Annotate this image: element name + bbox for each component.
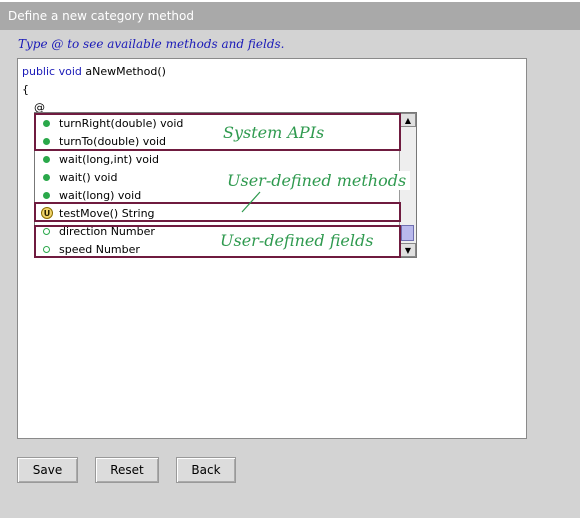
- user-fields-label: User-defined fields: [220, 231, 374, 250]
- signature-name: aNewMethod(): [81, 65, 166, 78]
- list-item-label: wait(long) void: [59, 188, 142, 202]
- list-item[interactable]: wait() void: [39, 168, 117, 186]
- list-item[interactable]: direction Number: [39, 222, 155, 240]
- list-item-label: turnRight(double) void: [59, 116, 184, 130]
- list-item-label: speed Number: [59, 242, 140, 256]
- back-button[interactable]: Back: [176, 457, 236, 483]
- window-title: Define a new category method: [8, 9, 194, 23]
- user-methods-label: User-defined methods: [223, 171, 411, 190]
- list-item-label: turnTo(double) void: [59, 134, 167, 148]
- user-method-icon: U: [41, 207, 53, 219]
- method-signature-line: public void aNewMethod(): [22, 65, 166, 78]
- list-item[interactable]: wait(long) void: [39, 186, 141, 204]
- method-dot-icon: [43, 155, 50, 163]
- annotation-pointer-icon: [241, 191, 261, 213]
- list-item[interactable]: U testMove() String: [39, 204, 155, 222]
- hint-text: Type @ to see available methods and fiel…: [18, 37, 285, 51]
- list-item-label: testMove() String: [59, 206, 155, 220]
- signature-keywords: public void: [22, 65, 82, 78]
- method-dot-icon: [43, 137, 50, 145]
- window-titlebar: Define a new category method: [0, 0, 580, 30]
- list-item-label: wait() void: [59, 170, 118, 184]
- scroll-down-button[interactable]: ▼: [400, 243, 416, 257]
- system-apis-label: System APIs: [223, 123, 325, 142]
- save-button[interactable]: Save: [17, 457, 78, 483]
- method-dot-icon: [43, 191, 50, 199]
- method-dot-icon: [43, 119, 50, 127]
- list-item-label: wait(long,int) void: [59, 152, 160, 166]
- method-dot-icon: [43, 173, 50, 181]
- list-item[interactable]: wait(long,int) void: [39, 150, 159, 168]
- field-dot-icon: [43, 245, 50, 253]
- open-brace-line: {: [22, 83, 29, 96]
- list-item[interactable]: turnRight(double) void: [39, 114, 183, 132]
- field-dot-icon: [43, 227, 50, 235]
- list-item[interactable]: speed Number: [39, 240, 140, 258]
- list-item[interactable]: turnTo(double) void: [39, 132, 166, 150]
- scroll-thumb[interactable]: [401, 225, 414, 241]
- list-item-label: direction Number: [59, 224, 155, 238]
- reset-button[interactable]: Reset: [95, 457, 159, 483]
- scroll-up-button[interactable]: ▲: [400, 113, 416, 127]
